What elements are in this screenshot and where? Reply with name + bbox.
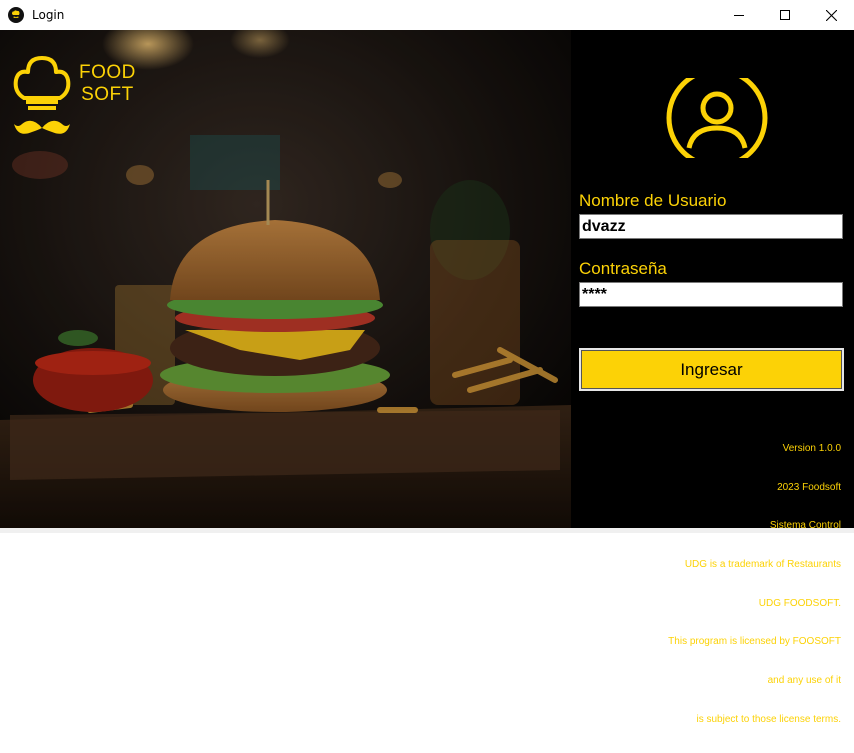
version-text: Version 1.0.0 — [782, 442, 841, 454]
password-label: Contraseña — [579, 259, 667, 278]
login-button[interactable]: Ingresar — [579, 348, 844, 391]
password-field[interactable] — [579, 282, 843, 307]
trademark-text: UDG is a trademark of Restaurants — [684, 558, 841, 570]
username-label: Nombre de Usuario — [579, 191, 727, 210]
trademark-text-2: UDG FOODSOFT. — [758, 597, 841, 609]
license-text-2: and any use of it — [767, 675, 841, 687]
brand-name: FOOD SOFT — [79, 62, 136, 106]
maximize-button[interactable] — [762, 0, 808, 30]
user-circle-icon — [666, 78, 768, 158]
close-icon — [825, 9, 837, 21]
title-bar: Login — [0, 0, 854, 30]
brand-line-2: SOFT — [81, 84, 134, 105]
window-controls — [716, 0, 854, 30]
minimize-icon — [734, 15, 744, 16]
chef-hat-mustache-icon — [13, 56, 71, 134]
license-text-3: is subject to those license terms. — [696, 713, 841, 725]
login-window-body: FOOD SOFT Nombre de Usuario Contraseña I… — [0, 30, 854, 725]
minimize-button[interactable] — [716, 0, 762, 30]
window-title: Login — [32, 8, 65, 22]
login-panel: Nombre de Usuario Contraseña Ingresar Ve… — [571, 30, 854, 725]
brand-line-1: FOOD — [79, 62, 136, 83]
copyright-text: 2023 Foodsoft — [777, 481, 841, 493]
burger-background-image: FOOD SOFT — [0, 30, 571, 528]
close-button[interactable] — [808, 0, 854, 30]
window-bottom-edge — [0, 528, 854, 533]
license-text: This program is licensed by FOOSOFT — [668, 636, 841, 648]
username-field[interactable] — [579, 214, 843, 239]
maximize-icon — [780, 10, 790, 20]
license-info: Version 1.0.0 2023 Foodsoft Sistema Cont… — [668, 417, 841, 753]
chef-hat-icon — [8, 7, 24, 23]
